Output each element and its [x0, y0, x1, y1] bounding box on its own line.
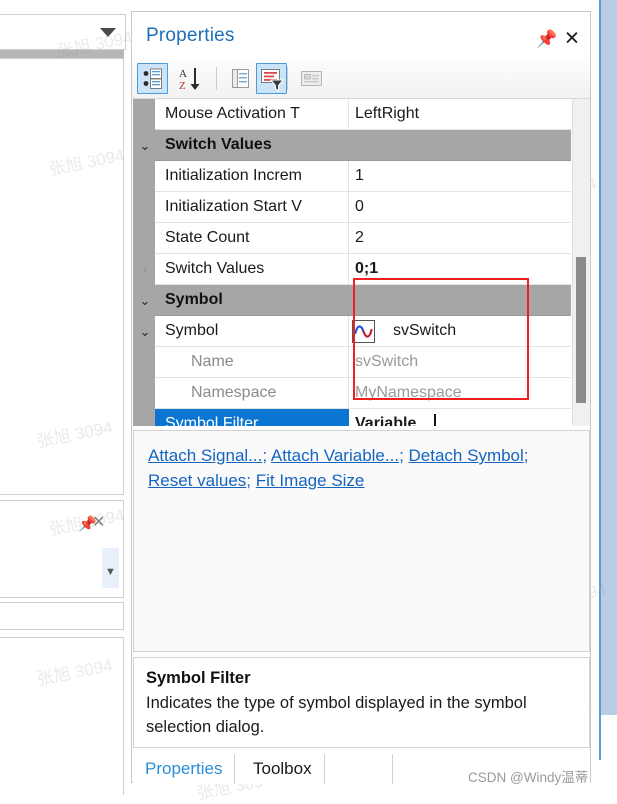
categorized-button[interactable] — [137, 63, 168, 94]
category-name: Symbol — [155, 285, 349, 316]
description-title: Symbol Filter — [146, 669, 251, 687]
property-value: svSwitch — [349, 347, 571, 378]
close-icon[interactable]: ✕ — [564, 30, 580, 49]
description-body: Indicates the type of symbol displayed i… — [146, 694, 527, 736]
property-value[interactable]: 0;1 — [349, 254, 571, 285]
row-gutter — [133, 223, 155, 254]
attach-signal-link[interactable]: Attach Signal... — [148, 446, 262, 465]
row-gutter: ⌄ — [133, 316, 155, 347]
svg-text:Z: Z — [179, 80, 186, 92]
property-name: Namespace — [155, 378, 349, 409]
alphabetical-sort-button[interactable]: A Z — [176, 63, 207, 94]
property-name: Initialization Increm — [155, 161, 349, 192]
reset-values-link[interactable]: Reset values — [148, 471, 246, 490]
window-title-bar: Properties 📌 ✕ — [132, 12, 590, 58]
row-gutter — [133, 192, 155, 223]
background-accent-line — [599, 0, 601, 760]
background-editor-panel — [0, 58, 124, 495]
toolbar-separator — [216, 67, 217, 90]
table-row[interactable]: ⌄ Symbol svSwitch — [133, 316, 571, 347]
background-strip-panel — [0, 602, 124, 630]
row-gutter: ⌄ — [133, 130, 155, 161]
tab-empty-area — [333, 754, 393, 784]
property-value[interactable]: 0 — [349, 192, 571, 223]
scroll-down-icon[interactable]: ▼ — [104, 566, 117, 578]
table-row[interactable]: Mouse Activation T LeftRight — [133, 99, 571, 130]
row-gutter — [133, 378, 155, 409]
table-row-selected[interactable]: Symbol Filter Variable ▾ — [133, 409, 571, 426]
property-pages-button[interactable] — [225, 63, 256, 94]
panel-splitter[interactable] — [0, 50, 124, 58]
property-pages-icon — [232, 69, 249, 88]
property-name: Mouse Activation T — [155, 99, 349, 130]
category-name: Switch Values — [155, 130, 349, 161]
pin-icon[interactable]: 📌 — [536, 31, 557, 48]
toolbar-separator — [287, 67, 288, 90]
row-gutter — [133, 347, 155, 378]
tab-toolbox[interactable]: Toolbox — [241, 754, 325, 784]
property-value[interactable]: 2 — [349, 223, 571, 254]
property-name: Switch Values — [155, 254, 349, 285]
fit-image-size-link[interactable]: Fit Image Size — [256, 471, 365, 490]
page-title: Properties — [146, 25, 235, 46]
row-gutter — [133, 409, 155, 426]
properties-window: Properties 📌 ✕ A Z Mouse Activation T Le… — [131, 11, 591, 784]
property-name: Name — [155, 347, 349, 378]
csdn-watermark: CSDN @Windy温蒂 — [468, 770, 589, 785]
row-gutter: › — [133, 254, 155, 285]
table-row[interactable]: Namespace MyNamespace — [133, 378, 571, 409]
properties-toolbar: A Z — [132, 58, 590, 99]
chevron-down-icon[interactable]: ⌄ — [138, 325, 152, 339]
sort-az-icon: A Z — [179, 68, 200, 92]
table-row[interactable]: State Count 2 — [133, 223, 571, 254]
tab-properties[interactable]: Properties — [133, 754, 236, 784]
category-value — [349, 130, 571, 161]
property-value[interactable]: 1 — [349, 161, 571, 192]
chevron-down-icon[interactable]: ⌄ — [138, 139, 152, 153]
table-row-category[interactable]: ⌄ Symbol — [133, 285, 571, 316]
symbol-filter-value: Variable — [355, 415, 417, 426]
table-row[interactable]: Initialization Start V 0 — [133, 192, 571, 223]
row-gutter — [133, 99, 155, 130]
property-value-symbol[interactable]: svSwitch — [349, 316, 571, 347]
row-gutter: ⌄ — [133, 285, 155, 316]
property-name: Symbol — [155, 316, 349, 347]
row-gutter — [133, 161, 155, 192]
table-row-category[interactable]: ⌄ Switch Values — [133, 130, 571, 161]
symbol-value-label: svSwitch — [393, 322, 457, 339]
property-value[interactable]: LeftRight — [349, 99, 571, 130]
property-grid[interactable]: Mouse Activation T LeftRight ⌄ Switch Va… — [133, 99, 571, 426]
background-right-white — [601, 715, 617, 795]
symbol-filter-input[interactable]: Variable ▾ — [349, 409, 571, 426]
events-icon — [301, 71, 322, 86]
property-name-selected: Symbol Filter — [155, 409, 349, 426]
events-button[interactable] — [296, 63, 327, 94]
table-row[interactable]: Name svSwitch — [133, 347, 571, 378]
chevron-down-icon[interactable] — [100, 28, 116, 37]
attach-variable-link[interactable]: Attach Variable... — [271, 446, 399, 465]
command-links: Attach Signal...; Attach Variable...; De… — [148, 446, 529, 490]
command-links-pane: Attach Signal...; Attach Variable...; De… — [133, 430, 590, 652]
table-row[interactable]: › Switch Values 0;1 — [133, 254, 571, 285]
property-filter-button[interactable] — [256, 63, 287, 94]
text-cursor — [434, 414, 436, 426]
close-icon[interactable]: ✕ — [92, 515, 105, 531]
detach-symbol-link[interactable]: Detach Symbol — [409, 446, 524, 465]
description-pane: Symbol Filter Indicates the type of symb… — [133, 657, 590, 748]
chevron-right-icon[interactable]: › — [138, 263, 152, 277]
property-name: State Count — [155, 223, 349, 254]
background-right-strip — [600, 0, 617, 760]
property-name: Initialization Start V — [155, 192, 349, 223]
property-value: MyNamespace — [349, 378, 571, 409]
sine-wave-icon — [352, 320, 375, 343]
category-value — [349, 285, 571, 316]
categorized-icon — [143, 68, 162, 89]
filter-icon — [261, 69, 285, 93]
table-row[interactable]: Initialization Increm 1 — [133, 161, 571, 192]
background-lower-panel — [0, 637, 124, 795]
grid-scrollbar-thumb[interactable] — [576, 257, 586, 403]
svg-text:A: A — [179, 68, 187, 80]
chevron-down-icon[interactable]: ⌄ — [138, 294, 152, 308]
